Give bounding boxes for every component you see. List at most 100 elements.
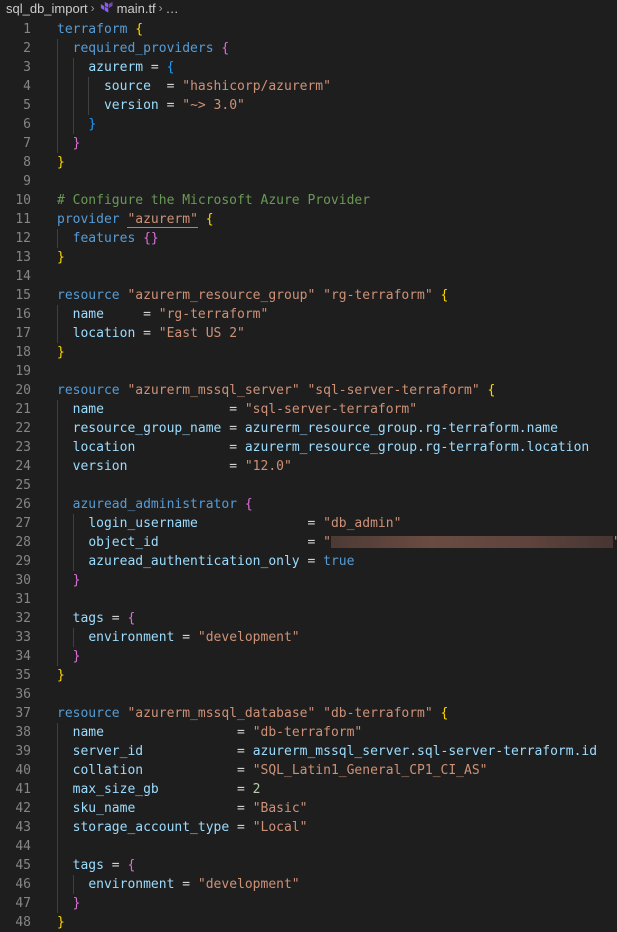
code-line[interactable]: 11 provider "azurerm" { <box>0 210 617 229</box>
code-line[interactable]: 31 <box>0 589 617 609</box>
code-token: } <box>88 116 97 132</box>
line-number: 40 <box>15 762 31 778</box>
code-line[interactable]: 32 tags = { <box>0 608 617 628</box>
code-token: "azurerm" <box>127 211 198 228</box>
code-line[interactable]: 44 <box>0 836 617 856</box>
code-line[interactable]: 36 <box>0 685 617 704</box>
code-token: "~> 3.0" <box>182 97 245 113</box>
code-line[interactable]: 33 environment = "development" <box>0 627 617 647</box>
line-number: 39 <box>15 743 31 759</box>
line-number: 10 <box>15 192 31 208</box>
chevron-right-icon: › <box>90 1 95 15</box>
code-token: 2 <box>252 781 261 797</box>
code-token: {} <box>143 230 159 246</box>
code-line[interactable]: 19 <box>0 362 617 381</box>
code-line[interactable]: 42 sku_name = "Basic" <box>0 798 617 818</box>
code-line[interactable]: 7 } <box>0 133 617 153</box>
code-token: collation <box>72 762 144 778</box>
code-line[interactable]: 5 version = "~> 3.0" <box>0 95 617 115</box>
code-line[interactable]: 6 } <box>0 114 617 134</box>
indent-guide <box>57 475 58 495</box>
code-token: " <box>613 535 617 550</box>
code-line[interactable]: 22 resource_group_name = azurerm_resourc… <box>0 418 617 438</box>
code-token: } <box>72 572 81 588</box>
code-line[interactable]: 37 resource "azurerm_mssql_database" "db-… <box>0 704 617 723</box>
code-line[interactable]: 18} <box>0 343 617 362</box>
code-line[interactable]: 29 azuread_authentication_only = true <box>0 551 617 571</box>
code-text: location = azurerm_resource_group.rg-ter… <box>57 438 590 457</box>
breadcrumb-file[interactable]: main.tf <box>117 1 156 16</box>
breadcrumb-folder[interactable]: sql_db_import <box>6 1 88 16</box>
code-line[interactable]: 30 } <box>0 570 617 590</box>
code-token: } <box>57 344 65 360</box>
code-token: "db-terraform" <box>252 724 363 740</box>
code-token: "db_admin" <box>323 515 402 531</box>
code-token: } <box>57 914 65 930</box>
code-line[interactable]: 9 <box>0 172 617 191</box>
code-line[interactable]: 27 login_username = "db_admin" <box>0 513 617 533</box>
code-token: azuread_authentication_only <box>88 553 300 569</box>
code-line[interactable]: 8} <box>0 153 617 172</box>
code-line[interactable]: 1 terraform { <box>0 20 617 39</box>
code-text: features {} <box>57 229 159 248</box>
code-line[interactable]: 4 source = "hashicorp/azurerm" <box>0 76 617 96</box>
code-line[interactable]: 45 tags = { <box>0 855 617 875</box>
line-number: 41 <box>15 781 31 797</box>
code-line[interactable]: 28 object_id = " " <box>0 532 617 552</box>
code-token: provider <box>57 211 120 227</box>
code-line[interactable]: 41 max_size_gb = 2 <box>0 779 617 799</box>
code-token: resource <box>57 705 120 721</box>
line-number: 27 <box>15 515 31 531</box>
line-number: 5 <box>23 97 31 113</box>
code-line[interactable]: 10 # Configure the Microsoft Azure Provid… <box>0 191 617 210</box>
code-text: } <box>57 913 65 932</box>
code-line[interactable]: 40 collation = "SQL_Latin1_General_CP1_C… <box>0 760 617 780</box>
code-token: azuread_administrator <box>72 496 238 512</box>
line-number: 9 <box>23 173 31 189</box>
code-token: { <box>221 40 230 56</box>
code-token: sku_name <box>72 800 136 816</box>
line-number: 42 <box>15 800 31 816</box>
code-line[interactable]: 26 azuread_administrator { <box>0 494 617 514</box>
code-line[interactable]: 2 required_providers { <box>0 38 617 58</box>
code-text: } <box>57 894 81 913</box>
code-line[interactable]: 16 name = "rg-terraform" <box>0 304 617 324</box>
code-line[interactable]: 47 } <box>0 893 617 913</box>
code-line[interactable]: 48} <box>0 913 617 932</box>
code-line[interactable]: 13} <box>0 248 617 267</box>
code-token: = <box>103 857 128 873</box>
code-line[interactable]: 21 name = "sql-server-terraform" <box>0 399 617 419</box>
code-line[interactable]: 14 <box>0 267 617 286</box>
code-line[interactable]: 25 <box>0 475 617 495</box>
line-number: 38 <box>15 724 31 740</box>
code-line[interactable]: 3 azurerm = { <box>0 57 617 77</box>
code-line[interactable]: 38 name = "db-terraform" <box>0 722 617 742</box>
code-token: = <box>158 97 183 113</box>
breadcrumb-more[interactable]: … <box>166 1 179 16</box>
code-token: = <box>143 762 253 778</box>
code-line[interactable]: 23 location = azurerm_resource_group.rg-… <box>0 437 617 457</box>
code-token: = <box>103 724 253 740</box>
code-line[interactable]: 24 version = "12.0" <box>0 456 617 476</box>
code-line[interactable]: 39 server_id = azurerm_mssql_server.sql-… <box>0 741 617 761</box>
code-line[interactable]: 15 resource "azurerm_resource_group" "rg-… <box>0 286 617 305</box>
code-line[interactable]: 20 resource "azurerm_mssql_server" "sql-s… <box>0 381 617 400</box>
code-text: name = "db-terraform" <box>57 723 363 742</box>
code-line[interactable]: 46 environment = "development" <box>0 874 617 894</box>
code-line[interactable]: 43 storage_account_type = "Local" <box>0 817 617 837</box>
code-token: resource <box>57 287 120 303</box>
code-line[interactable]: 35} <box>0 666 617 685</box>
code-line[interactable]: 34 } <box>0 646 617 666</box>
line-number: 13 <box>15 249 31 265</box>
indent-guide <box>57 589 58 609</box>
code-line[interactable]: 12 features {} <box>0 228 617 248</box>
code-token: azurerm <box>88 59 144 75</box>
code-token: "development" <box>197 876 300 892</box>
code-line[interactable]: 17 location = "East US 2" <box>0 323 617 343</box>
